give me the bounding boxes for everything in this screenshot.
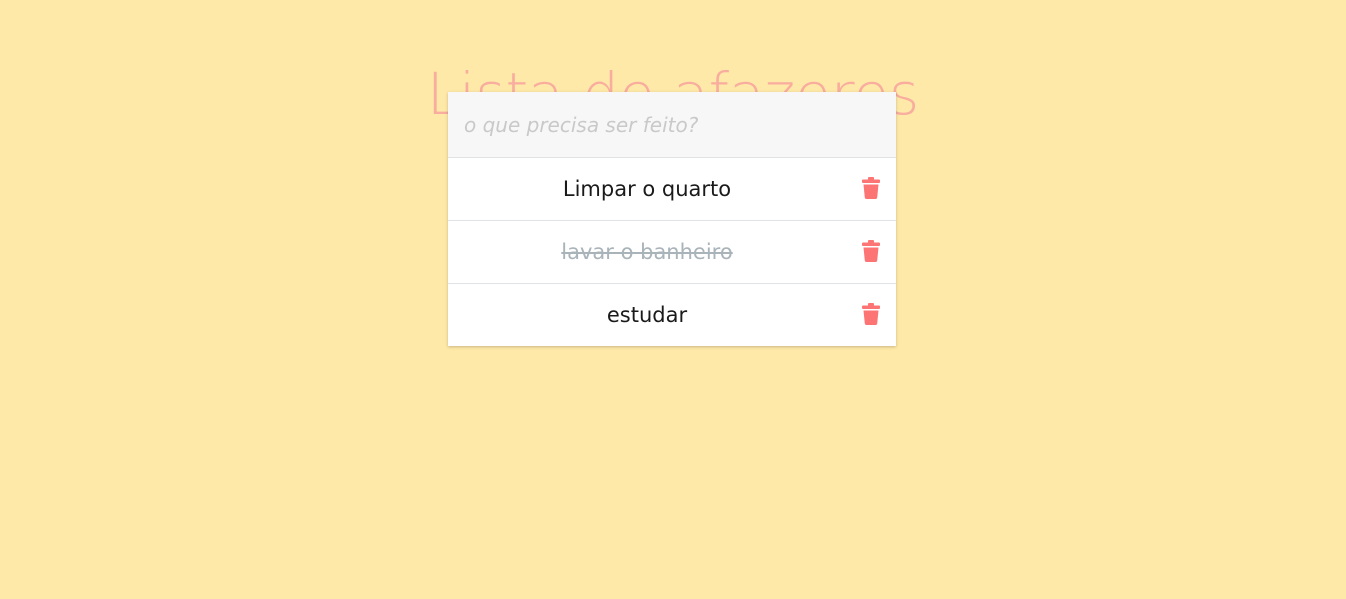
trash-icon[interactable] [862,240,880,262]
todo-item[interactable]: Limpar o quarto [448,158,896,221]
todo-text[interactable]: estudar [448,284,846,346]
new-todo-input[interactable] [448,92,896,158]
todo-text[interactable]: lavar o banheiro [448,221,846,283]
trash-icon[interactable] [862,177,880,199]
todo-text[interactable]: Limpar o quarto [448,158,846,220]
todo-app: Lista de afazeres Limpar o quarto lavar … [0,0,1346,599]
trash-icon[interactable] [862,303,880,325]
todo-item[interactable]: estudar [448,284,896,346]
todo-item[interactable]: lavar o banheiro [448,221,896,284]
todo-card: Limpar o quarto lavar o banheiro est [448,92,896,346]
